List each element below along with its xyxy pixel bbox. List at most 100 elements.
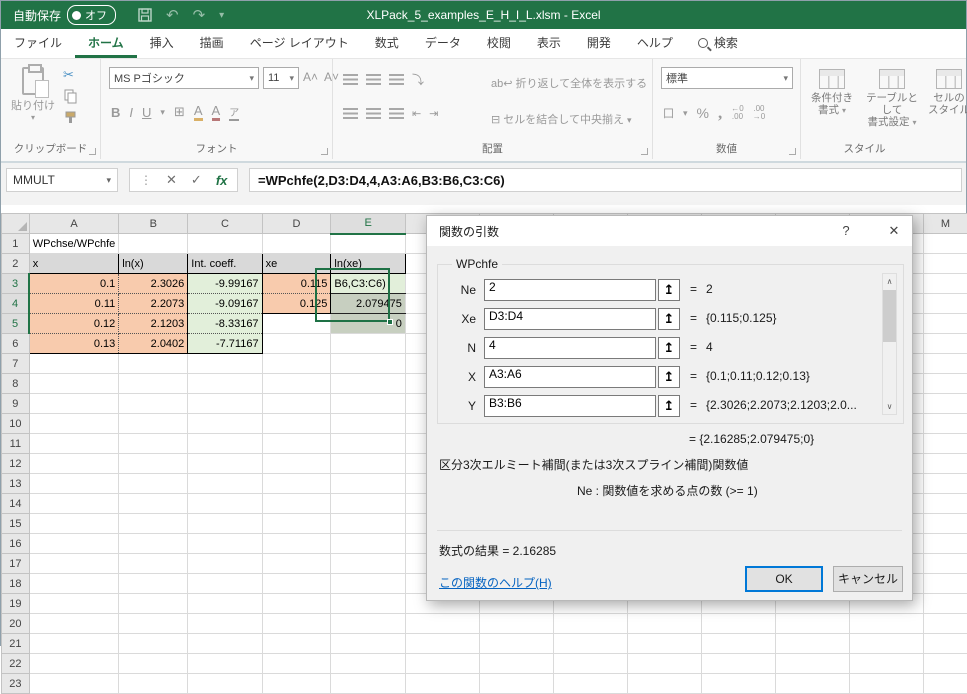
enter-entry-icon[interactable]: ✓	[191, 172, 202, 188]
cell-M23[interactable]	[923, 674, 967, 694]
cell-E14[interactable]	[331, 494, 405, 514]
cell-D22[interactable]	[262, 654, 331, 674]
cell-D13[interactable]	[262, 474, 331, 494]
cell-M14[interactable]	[923, 494, 967, 514]
cell-C11[interactable]	[188, 434, 262, 454]
cell-D21[interactable]	[262, 634, 331, 654]
cell-M6[interactable]	[923, 334, 967, 354]
tab-formulas[interactable]: 数式	[362, 28, 412, 58]
cell-L21[interactable]	[849, 634, 923, 654]
cell-M20[interactable]	[923, 614, 967, 634]
cell-G23[interactable]	[479, 674, 553, 694]
cell-M8[interactable]	[923, 374, 967, 394]
cell-E2[interactable]: ln(xe)	[331, 254, 405, 274]
cell-D4[interactable]: 0.125	[262, 294, 331, 314]
insert-function-icon[interactable]: fx	[216, 173, 228, 188]
cell-K23[interactable]	[775, 674, 849, 694]
cell-C7[interactable]	[188, 354, 262, 374]
align-center-icon[interactable]	[366, 108, 381, 119]
cell-E4[interactable]: 2.079475	[331, 294, 405, 314]
row-header-10[interactable]: 10	[2, 414, 30, 434]
align-middle-icon[interactable]	[366, 74, 381, 85]
row-header-15[interactable]: 15	[2, 514, 30, 534]
cell-E6[interactable]	[331, 334, 405, 354]
cell-E18[interactable]	[331, 574, 405, 594]
cell-B18[interactable]	[119, 574, 188, 594]
decrease-indent-icon[interactable]: ⇤	[412, 107, 421, 120]
align-bottom-icon[interactable]	[389, 74, 404, 85]
cell-B1[interactable]	[119, 234, 188, 254]
cell-E16[interactable]	[331, 534, 405, 554]
borders-icon[interactable]: ⊞	[174, 104, 185, 120]
cell-A12[interactable]	[29, 454, 119, 474]
name-box[interactable]: MMULT ▾	[6, 168, 118, 192]
cell-D17[interactable]	[262, 554, 331, 574]
cell-D12[interactable]	[262, 454, 331, 474]
cell-D2[interactable]: xe	[262, 254, 331, 274]
cell-E12[interactable]	[331, 454, 405, 474]
cell-M1[interactable]	[923, 234, 967, 254]
cell-C12[interactable]	[188, 454, 262, 474]
cancel-button[interactable]: キャンセル	[833, 566, 903, 592]
cell-E10[interactable]	[331, 414, 405, 434]
cell-A5[interactable]: 0.12	[29, 314, 119, 334]
cell-K20[interactable]	[775, 614, 849, 634]
cell-B3[interactable]: 2.3026	[119, 274, 188, 294]
cell-M11[interactable]	[923, 434, 967, 454]
row-header-9[interactable]: 9	[2, 394, 30, 414]
cell-D14[interactable]	[262, 494, 331, 514]
cell-E1[interactable]	[331, 234, 405, 254]
row-header-11[interactable]: 11	[2, 434, 30, 454]
search-box[interactable]: 検索	[686, 28, 750, 58]
alignment-launcher-icon[interactable]	[641, 148, 648, 155]
arg-input-Xe[interactable]: D3:D4	[484, 308, 656, 330]
font-name-combo[interactable]: MS Pゴシック ▾	[109, 67, 259, 89]
cell-A3[interactable]: 0.1	[29, 274, 119, 294]
cell-A19[interactable]	[29, 594, 119, 614]
cell-A11[interactable]	[29, 434, 119, 454]
font-size-combo[interactable]: 11 ▾	[263, 67, 299, 89]
cell-C1[interactable]	[188, 234, 262, 254]
cell-H20[interactable]	[553, 614, 627, 634]
cell-B2[interactable]: ln(x)	[119, 254, 188, 274]
cell-B8[interactable]	[119, 374, 188, 394]
column-header-E[interactable]: E	[331, 214, 405, 234]
cell-A23[interactable]	[29, 674, 119, 694]
column-header-C[interactable]: C	[188, 214, 262, 234]
cell-D15[interactable]	[262, 514, 331, 534]
cell-E13[interactable]	[331, 474, 405, 494]
cell-M13[interactable]	[923, 474, 967, 494]
scroll-down-icon[interactable]: ∨	[883, 399, 896, 414]
clipboard-launcher-icon[interactable]	[89, 148, 96, 155]
cell-M12[interactable]	[923, 454, 967, 474]
tab-home[interactable]: ホーム	[75, 28, 137, 58]
cell-D19[interactable]	[262, 594, 331, 614]
cell-M22[interactable]	[923, 654, 967, 674]
cell-D6[interactable]	[262, 334, 331, 354]
row-header-20[interactable]: 20	[2, 614, 30, 634]
cell-C15[interactable]	[188, 514, 262, 534]
cell-A1[interactable]: WPchse/WPchfe	[29, 234, 119, 254]
column-header-D[interactable]: D	[262, 214, 331, 234]
cell-B4[interactable]: 2.2073	[119, 294, 188, 314]
cond-dropdown-icon[interactable]: ▾	[842, 106, 846, 115]
cell-C19[interactable]	[188, 594, 262, 614]
cell-A20[interactable]	[29, 614, 119, 634]
cell-B15[interactable]	[119, 514, 188, 534]
cell-H23[interactable]	[553, 674, 627, 694]
ok-button[interactable]: OK	[745, 566, 823, 592]
name-box-dropdown-icon[interactable]: ▾	[106, 175, 111, 186]
cell-D5[interactable]	[262, 314, 331, 334]
cell-styles-button[interactable]: セルの スタイル	[927, 69, 967, 116]
cell-M3[interactable]	[923, 274, 967, 294]
cell-E7[interactable]	[331, 354, 405, 374]
cell-B20[interactable]	[119, 614, 188, 634]
cell-C13[interactable]	[188, 474, 262, 494]
undo-icon[interactable]: ↶	[166, 6, 179, 24]
italic-button[interactable]: I	[129, 105, 133, 120]
cell-B19[interactable]	[119, 594, 188, 614]
wrap-text-button[interactable]: ab↩ 折り返して全体を表示する	[491, 75, 647, 91]
bold-button[interactable]: B	[111, 105, 120, 120]
cell-E23[interactable]	[331, 674, 405, 694]
cell-E22[interactable]	[331, 654, 405, 674]
